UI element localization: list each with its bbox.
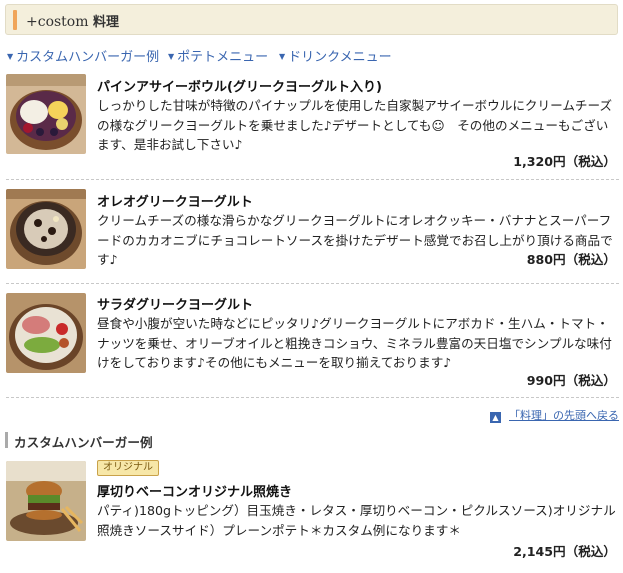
arrow-down-icon: ▼ [279,52,286,61]
nav-link-drink[interactable]: ▼ ドリンクメニュー [279,46,392,65]
section-title-prefix: +costom [26,14,89,30]
item-price: 2,145円（税込） [513,544,616,559]
item-name: 厚切りベーコンオリジナル照焼き [97,485,293,500]
item-name: サラダグリークヨーグルト [97,298,254,313]
nav-link-label: ポテトメニュー [177,50,269,65]
subsection-title: カスタムハンバーガー例 [14,435,153,450]
back-to-top-link[interactable]: ▲ 「料理」の先頭へ戻る [490,407,619,423]
item-name: パインアサイーボウル(グリークヨーグルト入り) [97,80,382,95]
item-photo [6,74,86,154]
item-price: 1,320円（税込） [513,154,616,169]
item-description: しっかりした甘味が特徴のパイナップルを使用した自家製アサイーボウルにクリームチー… [97,98,613,152]
item-photo [6,189,86,269]
section-title: +costom 料理 [26,11,119,30]
divider [6,179,619,180]
arrow-down-icon: ▼ [168,52,175,61]
back-to-top-label: 「料理」の先頭へ戻る [509,409,619,422]
nav-link-potato[interactable]: ▼ ポテトメニュー [168,46,268,65]
arrow-up-icon: ▲ [490,412,501,423]
item-price: 990円（税込） [526,373,616,388]
nav-link-label: ドリンクメニュー [288,50,392,65]
header-accent-bar [13,10,17,30]
section-header: +costom 料理 [5,4,618,35]
subsection-accent-bar [5,432,8,448]
divider [6,283,619,284]
item-price: 880円（税込） [526,252,616,267]
item-description: パティ)180gトッピング）目玉焼き・レタス・厚切りベーコン・ピクルスソース)オ… [97,503,616,538]
arrow-down-icon: ▼ [7,52,14,61]
item-description: 昼食や小腹が空いた時などにピッタリ♪グリークヨーグルトにアボカド・生ハム・トマト… [97,316,612,370]
original-badge: オリジナル [97,460,159,476]
item-photo [6,293,86,373]
subsection-header: カスタムハンバーガー例 [5,431,618,450]
category-nav: ▼ カスタムハンバーガー例 ▼ ポテトメニュー ▼ ドリンクメニュー [0,46,623,65]
section-title-text: 料理 [92,15,119,30]
nav-link-label: カスタムハンバーガー例 [16,50,160,65]
nav-link-burger[interactable]: ▼ カスタムハンバーガー例 [7,46,159,65]
item-photo [6,461,86,541]
item-name: オレオグリークヨーグルト [97,195,253,210]
divider [6,397,619,398]
